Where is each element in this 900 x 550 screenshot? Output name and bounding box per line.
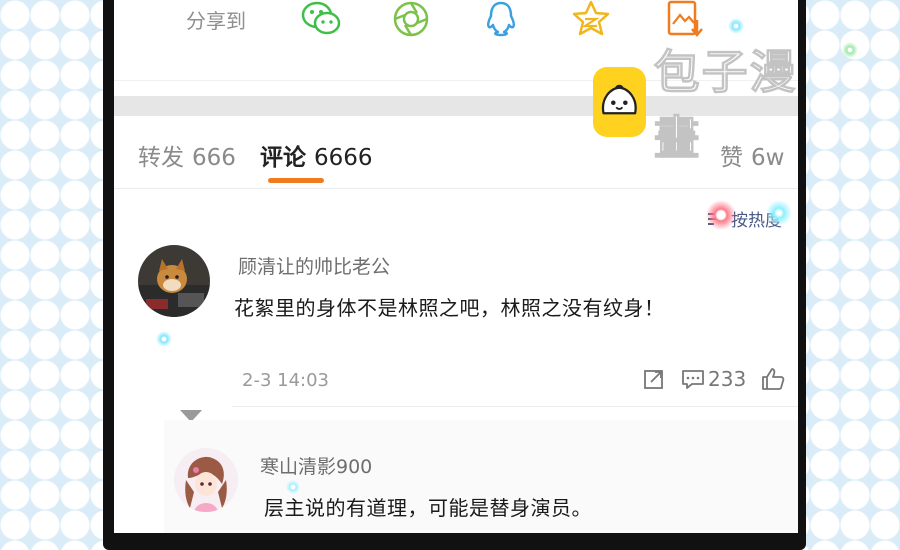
reply-count: 233 — [708, 367, 747, 391]
tab-repost-count: 666 — [192, 145, 236, 171]
comment-timestamp: 2-3 14:03 — [242, 370, 329, 391]
tab-comments-label: 评论 — [260, 145, 306, 171]
reply-text: 层主说的有道理，可能是替身演员。 — [264, 496, 592, 520]
wechat-icon[interactable] — [300, 0, 342, 40]
comment-icon — [682, 370, 704, 389]
moments-icon[interactable] — [390, 0, 432, 40]
bun-logo-icon — [593, 67, 646, 137]
comment-username[interactable]: 顾清让的帅比老公 — [238, 252, 390, 279]
avatar[interactable] — [138, 245, 210, 317]
tab-comments[interactable]: 评论 6666 — [260, 138, 373, 172]
share-label: 分享到 — [186, 9, 246, 33]
sort-icon — [708, 212, 722, 225]
watermark-text: 包子漫畫 — [653, 45, 798, 166]
reply-avatar[interactable] — [174, 448, 238, 512]
site-watermark: 包子漫畫 — [593, 36, 798, 168]
active-tab-indicator — [268, 178, 324, 183]
comment-divider — [232, 406, 798, 407]
qzone-icon[interactable] — [570, 0, 612, 40]
qq-icon[interactable] — [480, 0, 522, 40]
comment-actions: 233 — [642, 366, 786, 392]
sort-toggle[interactable]: 按热度 — [707, 206, 782, 231]
tab-repost[interactable]: 转发 666 — [138, 138, 236, 172]
app-screen: 分享到 转发 666 评论 6666 赞 6w 按热度 顾清让的帅比老公 花絮里… — [114, 0, 798, 533]
sort-label: 按热度 — [731, 211, 782, 231]
comment-text: 花絮里的身体不是林照之吧，林照之没有纹身！ — [234, 296, 665, 320]
thumbs-up-icon[interactable] — [760, 366, 786, 392]
reply-button[interactable]: 233 — [680, 367, 746, 391]
reply-username[interactable]: 寒山清影900 — [260, 452, 372, 479]
share-icon[interactable] — [642, 367, 666, 391]
save-image-icon[interactable] — [664, 0, 706, 40]
tab-repost-label: 转发 — [138, 145, 184, 171]
tab-comments-count: 6666 — [314, 145, 373, 171]
sparkle-effect — [842, 42, 858, 58]
